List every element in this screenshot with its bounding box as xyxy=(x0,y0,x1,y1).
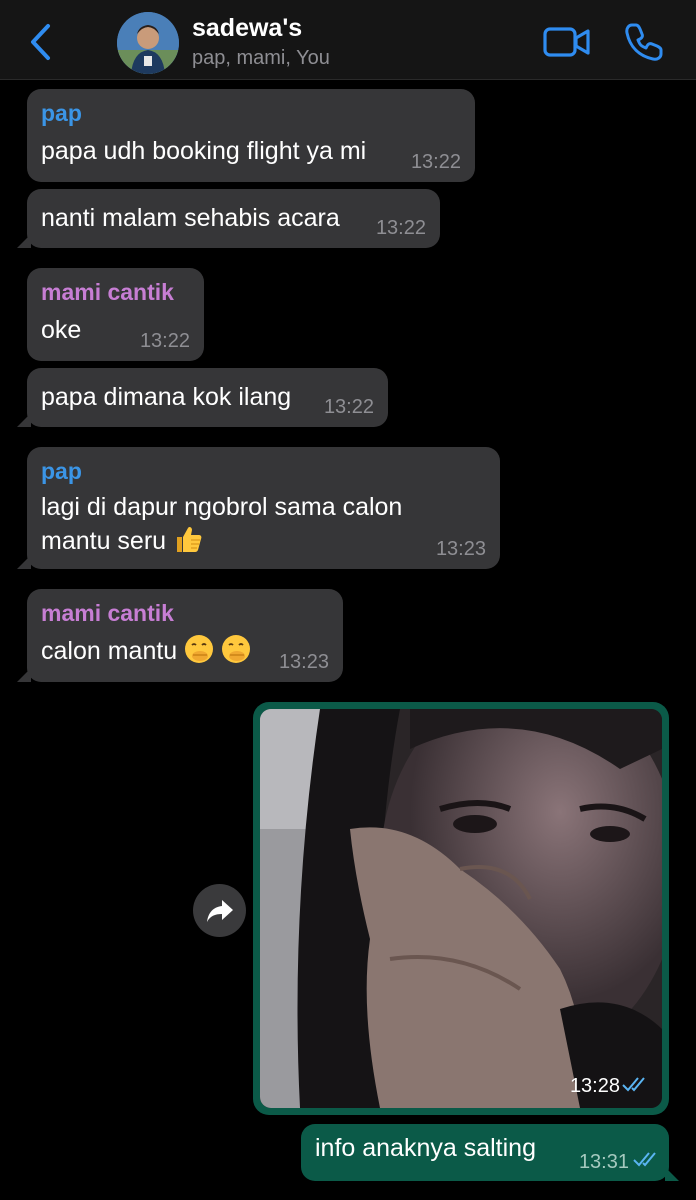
message-bubble[interactable]: pap papa udh booking flight ya mi 13:22 xyxy=(27,89,475,182)
bubble-tail xyxy=(17,413,31,427)
message-time: 13:31 xyxy=(578,1151,629,1173)
message-text-line: lagi di dapur ngobrol sama calon xyxy=(41,493,403,521)
message-text-part: mantu seru xyxy=(41,527,167,555)
message-text: papa dimana kok ilang xyxy=(41,383,292,411)
message-sender: pap xyxy=(41,458,82,484)
video-call-button[interactable] xyxy=(542,22,592,62)
thumbs-up-icon xyxy=(173,524,203,554)
image-time: 13:28 xyxy=(569,1075,620,1097)
bubble-tail xyxy=(17,555,31,569)
face-with-hand-over-mouth-icon xyxy=(184,634,214,664)
message-time: 13:22 xyxy=(410,151,461,173)
message-text: papa udh booking flight ya mi xyxy=(41,137,367,165)
message-bubble[interactable]: mami cantik oke 13:22 xyxy=(27,268,204,361)
message-text: calon mantu xyxy=(41,634,251,668)
bubble-tail xyxy=(17,668,31,682)
phone-icon xyxy=(625,23,663,61)
chat-participants[interactable]: pap, mami, You xyxy=(192,47,330,70)
message-time: 13:22 xyxy=(139,330,190,352)
message-sender: mami cantik xyxy=(41,279,174,305)
outgoing-message-bubble[interactable]: info anaknya salting 13:31 xyxy=(301,1124,679,1181)
message-time: 13:23 xyxy=(278,651,329,673)
face-with-hand-over-mouth-icon xyxy=(221,634,251,664)
read-ticks-icon xyxy=(633,1151,661,1172)
message-text: nanti malam sehabis acara xyxy=(41,204,340,232)
group-photo xyxy=(117,12,179,74)
message-text: info anaknya salting xyxy=(315,1134,536,1162)
message-time: 13:22 xyxy=(323,396,374,418)
read-ticks-icon xyxy=(622,1076,650,1097)
message-time: 13:23 xyxy=(435,538,486,560)
chevron-left-icon xyxy=(31,24,50,60)
message-bubble[interactable]: papa dimana kok ilang 13:22 xyxy=(17,368,388,427)
image-message[interactable]: 13:28 xyxy=(253,702,669,1115)
forward-arrow-icon xyxy=(206,899,233,922)
message-text-part: calon mantu xyxy=(41,637,178,665)
avatar[interactable] xyxy=(117,12,179,74)
voice-call-button[interactable] xyxy=(622,20,666,64)
message-text: oke xyxy=(41,316,82,344)
video-camera-icon xyxy=(543,27,590,57)
photo xyxy=(260,709,662,1108)
forward-button[interactable] xyxy=(193,884,246,937)
message-bubble[interactable]: pap lagi di dapur ngobrol sama calon man… xyxy=(17,447,500,569)
back-button[interactable] xyxy=(20,20,60,64)
message-sender: mami cantik xyxy=(41,600,174,626)
photo-thumbnail[interactable]: 13:28 xyxy=(260,709,662,1108)
chat-title[interactable]: sadewa's xyxy=(192,14,302,43)
bubble-tail xyxy=(665,1167,679,1181)
bubble-tail xyxy=(17,234,31,248)
message-text-line: mantu seru xyxy=(41,524,203,558)
chat-header: sadewa's pap, mami, You xyxy=(0,0,696,80)
message-bubble[interactable]: mami cantik calon mantu 13:23 xyxy=(17,589,343,682)
message-time: 13:22 xyxy=(375,217,426,239)
message-bubble[interactable]: nanti malam sehabis acara 13:22 xyxy=(17,189,440,248)
message-sender: pap xyxy=(41,100,82,126)
